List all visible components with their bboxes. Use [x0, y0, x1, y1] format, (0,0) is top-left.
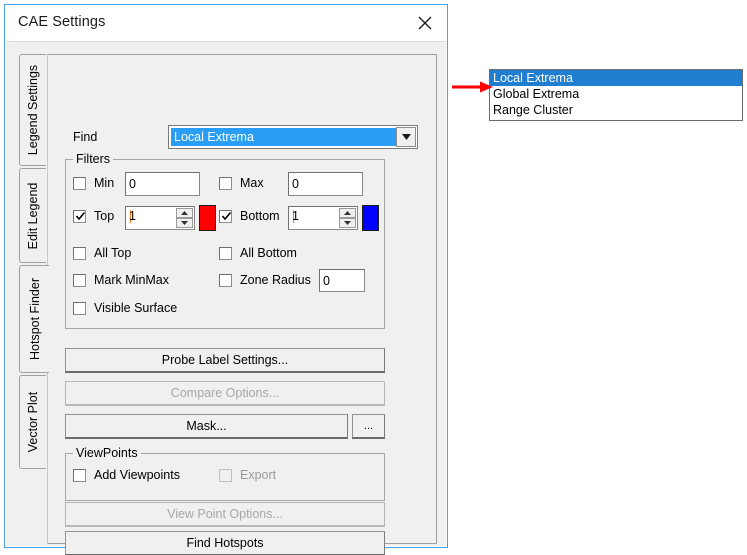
tab-vector-plot[interactable]: Vector Plot: [19, 375, 46, 469]
filters-group-title: Filters: [73, 152, 114, 166]
dropdown-option-local-extrema[interactable]: Local Extrema: [490, 70, 742, 86]
zone-radius-input[interactable]: 0: [319, 269, 365, 292]
filters-group: Filters Min 0 Max 0 Top 1 Bottom 1 All T…: [65, 152, 385, 329]
caret-down-glyph: [181, 221, 188, 225]
title-bar: CAE Settings: [5, 5, 447, 41]
visible-surface-label: Visible Surface: [94, 301, 178, 315]
tab-edit-legend[interactable]: Edit Legend: [19, 168, 46, 263]
dropdown-option-global-extrema[interactable]: Global Extrema: [490, 86, 742, 102]
top-spinner-buttons[interactable]: [176, 208, 193, 228]
top-spinner[interactable]: 1: [125, 206, 195, 230]
tab-legend-settings-label: Legend Settings: [26, 64, 40, 156]
hotspot-finder-panel: Find Local Extrema Filters Min 0 Max 0 T…: [47, 54, 437, 555]
dialog-client-area: Legend Settings Edit Legend Hotspot Find…: [6, 41, 446, 555]
bottom-color-swatch[interactable]: [362, 205, 379, 231]
tab-hotspot-finder[interactable]: Hotspot Finder: [19, 265, 49, 373]
mark-minmax-label: Mark MinMax: [94, 273, 170, 287]
bottom-spinner-value: 1: [292, 209, 299, 223]
top-label: Top: [94, 209, 115, 223]
caret-up-glyph: [344, 211, 351, 215]
zone-radius-checkbox[interactable]: [219, 274, 232, 287]
min-input[interactable]: 0: [125, 172, 200, 196]
dropdown-option-range-cluster[interactable]: Range Cluster: [490, 102, 742, 118]
close-glyph: [418, 16, 432, 30]
tab-hotspot-finder-label: Hotspot Finder: [27, 278, 42, 360]
min-checkbox[interactable]: [73, 177, 86, 190]
all-top-label: All Top: [94, 246, 132, 260]
max-label: Max: [240, 176, 264, 190]
find-combobox-value: Local Extrema: [171, 128, 396, 146]
bottom-label: Bottom: [240, 209, 280, 223]
tab-legend-settings[interactable]: Legend Settings: [19, 54, 46, 166]
all-top-checkbox[interactable]: [73, 247, 86, 260]
mark-minmax-checkbox[interactable]: [73, 274, 86, 287]
spinner-up-icon[interactable]: [176, 208, 193, 218]
export-checkbox: [219, 469, 232, 482]
add-viewpoints-checkbox[interactable]: [73, 469, 86, 482]
find-combobox[interactable]: Local Extrema: [168, 125, 418, 149]
visible-surface-checkbox[interactable]: [73, 302, 86, 315]
spinner-down-icon[interactable]: [339, 218, 356, 228]
all-bottom-checkbox[interactable]: [219, 247, 232, 260]
checkmark-icon: [221, 211, 232, 221]
caret-up-glyph: [181, 211, 188, 215]
viewpoints-group-title: ViewPoints: [73, 446, 141, 460]
caret-down-glyph: [344, 221, 351, 225]
tab-vector-plot-label: Vector Plot: [26, 391, 40, 453]
view-point-options-button: View Point Options...: [65, 502, 385, 526]
mask-button[interactable]: Mask...: [65, 414, 348, 438]
find-label: Find: [73, 130, 98, 144]
top-checkbox[interactable]: [73, 210, 86, 223]
find-hotspots-button[interactable]: Find Hotspots: [65, 531, 385, 555]
vertical-tab-strip: Legend Settings Edit Legend Hotspot Find…: [19, 54, 49, 509]
compare-options-button: Compare Options...: [65, 381, 385, 405]
bottom-spinner[interactable]: 1: [288, 206, 358, 230]
all-bottom-label: All Bottom: [240, 246, 297, 260]
cae-settings-dialog: CAE Settings Legend Settings Edit Legend…: [4, 4, 448, 555]
min-label: Min: [94, 176, 115, 190]
tab-edit-legend-label: Edit Legend: [26, 182, 40, 249]
chevron-down-icon[interactable]: [396, 127, 416, 147]
chevron-down-glyph: [401, 133, 411, 140]
top-color-swatch[interactable]: [199, 205, 216, 231]
page-title: CAE Settings: [18, 14, 106, 30]
mask-ellipsis-button[interactable]: ...: [352, 414, 385, 438]
max-checkbox[interactable]: [219, 177, 232, 190]
annotation-arrow-icon: [452, 81, 493, 93]
close-icon[interactable]: [403, 5, 447, 40]
checkmark-icon: [75, 211, 86, 221]
find-dropdown-list[interactable]: Local Extrema Global Extrema Range Clust…: [489, 69, 743, 121]
max-input[interactable]: 0: [288, 172, 363, 196]
probe-label-settings-button[interactable]: Probe Label Settings...: [65, 348, 385, 372]
spinner-up-icon[interactable]: [339, 208, 356, 218]
bottom-checkbox[interactable]: [219, 210, 232, 223]
spinner-down-icon[interactable]: [176, 218, 193, 228]
bottom-spinner-buttons[interactable]: [339, 208, 356, 228]
zone-radius-label: Zone Radius: [240, 273, 311, 287]
export-label: Export: [240, 468, 277, 482]
top-spinner-value: 1: [129, 209, 136, 223]
add-viewpoints-label: Add Viewpoints: [94, 468, 180, 482]
viewpoints-group: ViewPoints Add Viewpoints Export: [65, 446, 385, 501]
